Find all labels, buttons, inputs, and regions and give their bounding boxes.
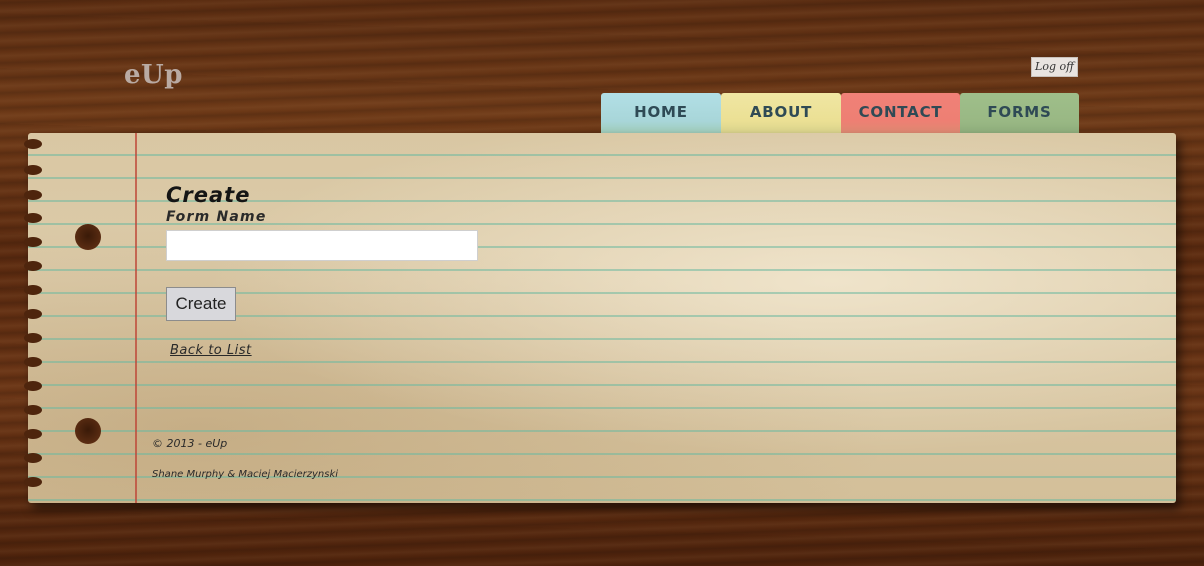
tab-about[interactable]: ABOUT [721,93,841,133]
tab-home[interactable]: HOME [601,93,721,133]
perforation [24,429,42,439]
main-nav: HOME ABOUT CONTACT FORMS [601,93,1079,133]
perforation [24,333,42,343]
log-off-link[interactable]: Log off [1031,57,1078,77]
perforation [24,190,42,200]
perforation [24,285,42,295]
site-logo[interactable]: eUp [124,60,183,90]
form-name-input[interactable] [166,230,478,261]
perforation [24,139,42,149]
perforation [24,261,42,271]
copyright-text: © 2013 - eUp [152,437,228,450]
perforation [24,381,42,391]
perforation [24,165,42,175]
perforation [24,405,42,415]
perforation [24,453,42,463]
page-title: Create [166,183,251,207]
binder-hole [75,418,101,444]
perforation [24,237,42,247]
form-name-label: Form Name [166,209,267,225]
perforation [24,213,42,223]
paper-panel: Create Form Name Create Back to List © 2… [24,133,1176,503]
tab-contact[interactable]: CONTACT [841,93,960,133]
perforation [24,477,42,487]
create-button[interactable]: Create [166,287,236,321]
back-to-list-link[interactable]: Back to List [170,343,252,358]
tab-forms[interactable]: FORMS [960,93,1079,133]
binder-hole [75,224,101,250]
perforation [24,357,42,367]
perforation [24,309,42,319]
create-form: Create Form Name Create Back to List [166,183,478,358]
authors-text: Shane Murphy & Maciej Macierzynski [152,469,339,480]
margin-line [135,133,137,503]
